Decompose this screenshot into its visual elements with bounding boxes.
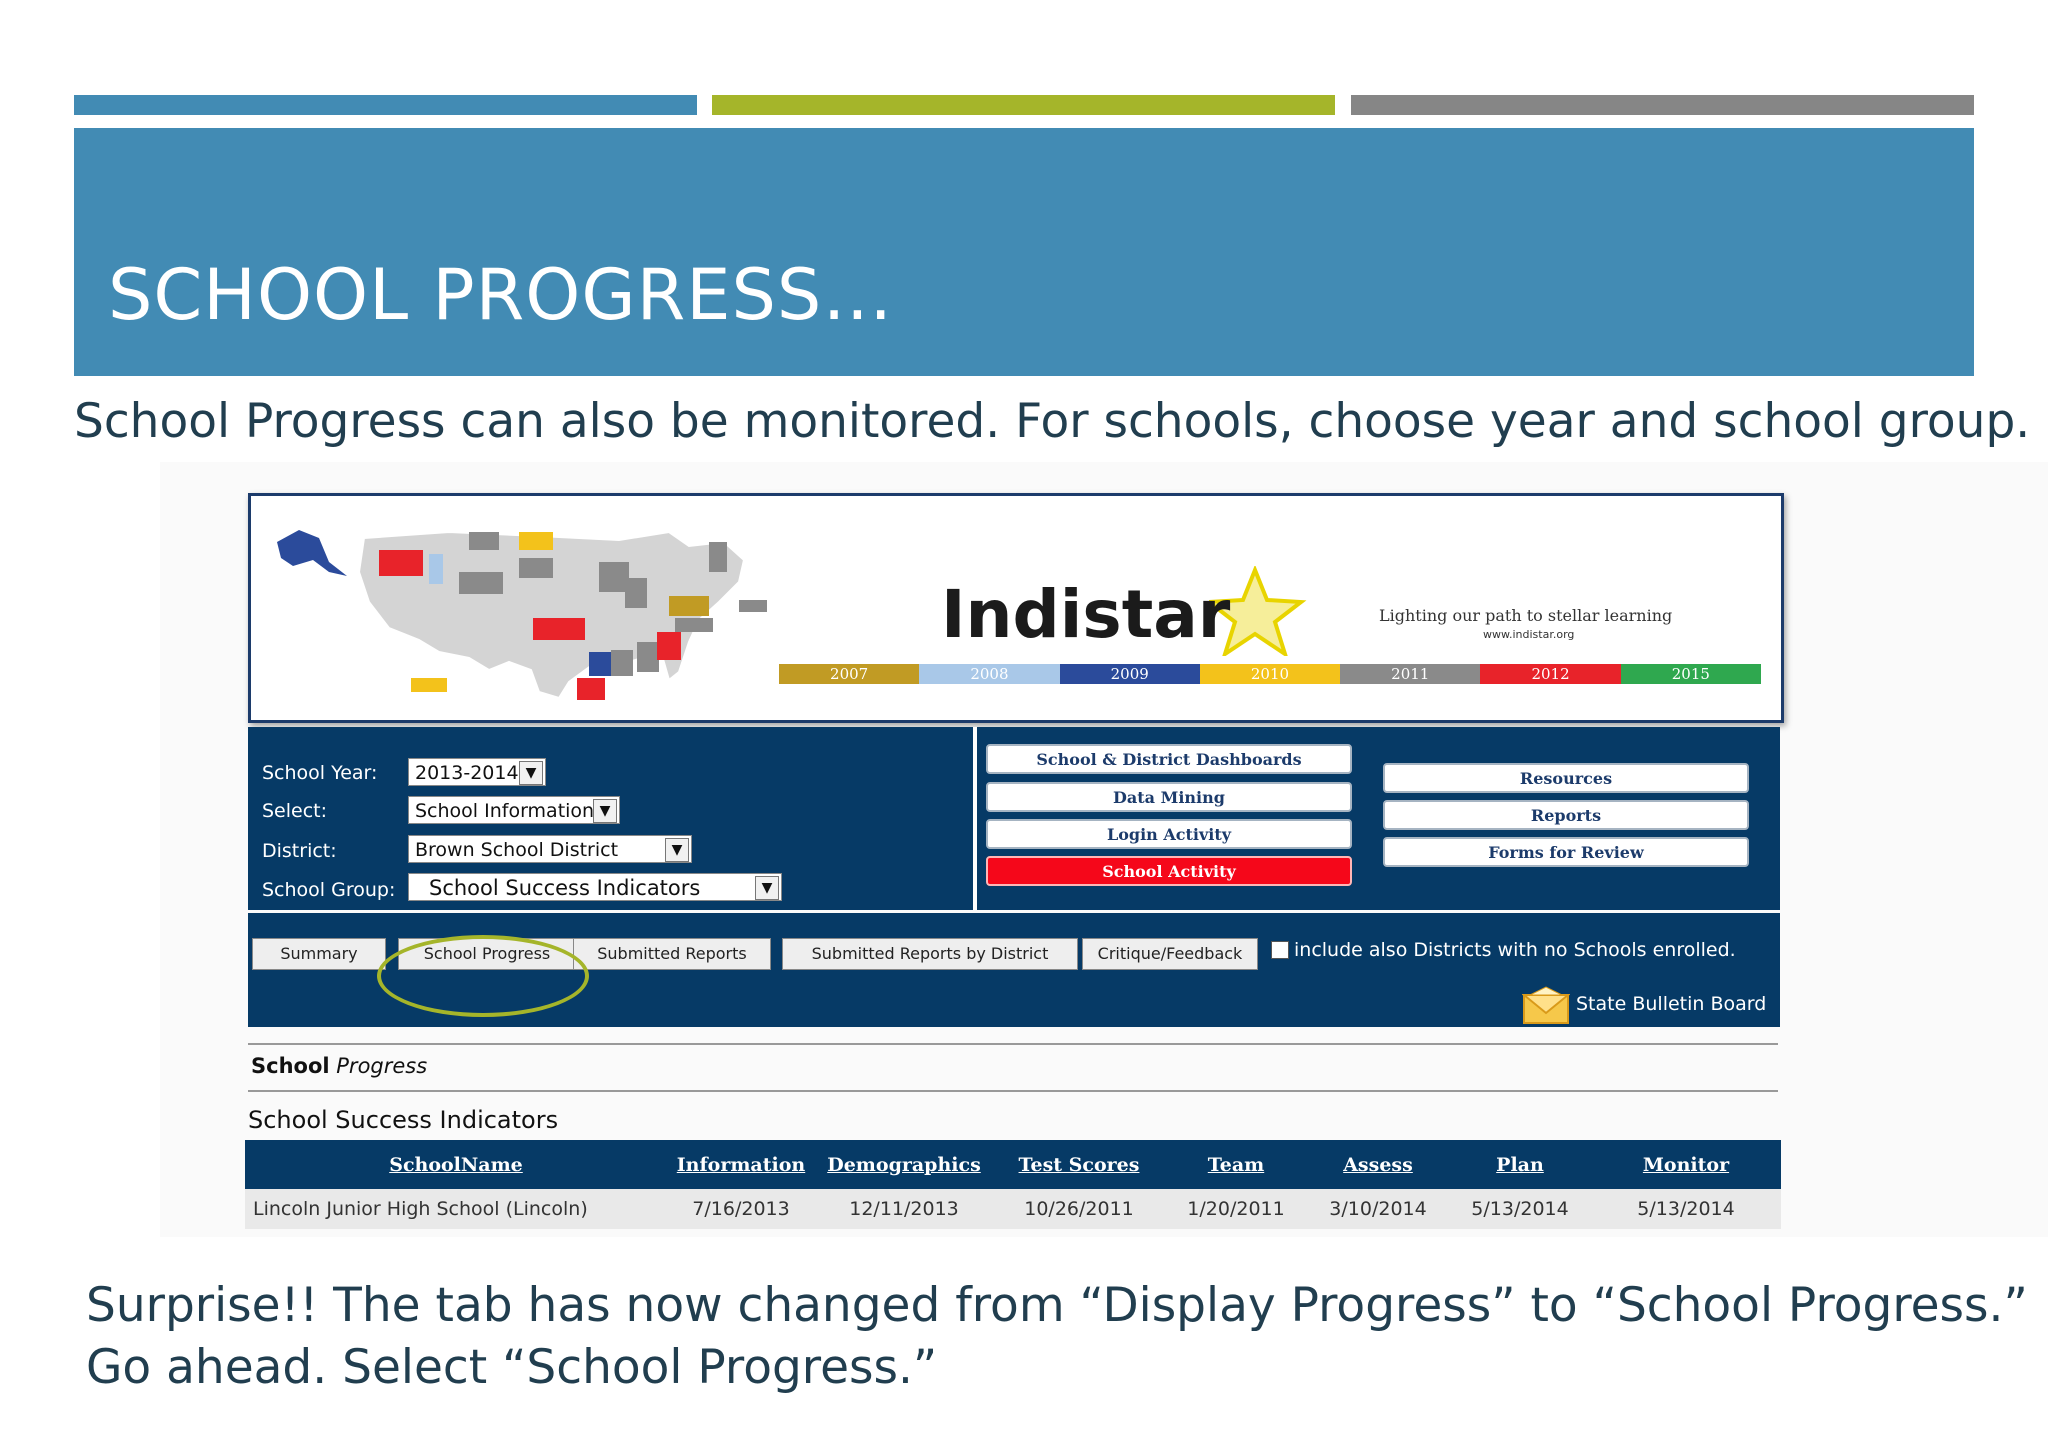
column-header-monitor[interactable]: Monitor: [1591, 1140, 1781, 1189]
panel-divider: [973, 727, 977, 910]
tab-summary[interactable]: Summary: [252, 938, 386, 970]
school-group-select[interactable]: School Success Indicators ▼: [408, 873, 782, 901]
filter-panel: School Year: 2013-2014 ▼ Select: School …: [248, 727, 1780, 910]
table-row: Lincoln Junior High School (Lincoln) 7/1…: [245, 1189, 1781, 1229]
school-progress-heading: School Progress: [251, 1054, 427, 1078]
select-dropdown[interactable]: School Information ▼: [408, 796, 620, 824]
heading-bold: School: [251, 1054, 330, 1078]
heading-italic: Progress: [336, 1054, 428, 1078]
select-label: Select:: [262, 800, 328, 822]
year-2010: 2010: [1199, 664, 1341, 684]
cell-school-name: Lincoln Junior High School (Lincoln): [245, 1189, 667, 1229]
table-header-row: SchoolName Information Demographics Test…: [245, 1140, 1781, 1189]
state-bulletin-board-link[interactable]: State Bulletin Board: [1576, 993, 1766, 1015]
cell-test-scores: 10/26/2011: [993, 1189, 1165, 1229]
district-select[interactable]: Brown School District ▼: [408, 835, 692, 863]
nav-login-activity-button[interactable]: Login Activity: [986, 819, 1352, 849]
divider: [248, 1043, 1778, 1045]
chevron-down-icon[interactable]: ▼: [665, 838, 689, 862]
progress-table: SchoolName Information Demographics Test…: [245, 1140, 1781, 1229]
nav-reports-button[interactable]: Reports: [1383, 800, 1749, 830]
select-value: School Information: [415, 800, 595, 822]
note-line-1: Surprise!! The tab has now changed from …: [86, 1278, 2028, 1333]
nav-forms-for-review-button[interactable]: Forms for Review: [1383, 837, 1749, 867]
tab-critique-feedback[interactable]: Critique/Feedback: [1082, 938, 1258, 970]
column-header-school-name[interactable]: SchoolName: [245, 1140, 667, 1189]
slide-note: Surprise!! The tab has now changed from …: [86, 1275, 2028, 1399]
chevron-down-icon[interactable]: ▼: [755, 876, 779, 900]
column-header-test-scores[interactable]: Test Scores: [993, 1140, 1165, 1189]
cell-assess: 3/10/2014: [1307, 1189, 1449, 1229]
school-group-heading: School Success Indicators: [248, 1106, 559, 1134]
column-header-team[interactable]: Team: [1165, 1140, 1307, 1189]
envelope-icon[interactable]: [1522, 985, 1570, 1025]
divider: [248, 1090, 1778, 1092]
district-value: Brown School District: [415, 839, 619, 861]
column-header-demographics[interactable]: Demographics: [815, 1140, 993, 1189]
column-header-information[interactable]: Information: [667, 1140, 815, 1189]
accent-bar-blue: [74, 95, 697, 115]
indistar-url: www.indistar.org: [1483, 628, 1575, 641]
nav-data-mining-button[interactable]: Data Mining: [986, 782, 1352, 812]
accent-bar-green: [712, 95, 1335, 115]
indistar-logo: Indistar: [941, 576, 1231, 653]
include-districts-checkbox[interactable]: [1271, 941, 1289, 959]
chevron-down-icon[interactable]: ▼: [593, 799, 617, 823]
indistar-tagline: Lighting our path to stellar learning: [1379, 606, 1673, 625]
column-header-assess[interactable]: Assess: [1307, 1140, 1449, 1189]
school-year-select[interactable]: 2013-2014 ▼: [408, 758, 546, 786]
year-2007: 2007: [779, 664, 920, 684]
slide-subtitle: School Progress can also be monitored. F…: [74, 394, 2031, 449]
year-2008: 2008: [919, 664, 1060, 684]
year-2009: 2009: [1059, 664, 1200, 684]
school-year-value: 2013-2014: [415, 762, 519, 784]
title-banner: SCHOOL PROGRESS…: [74, 128, 1974, 376]
chevron-down-icon[interactable]: ▼: [519, 761, 543, 785]
school-group-label: School Group:: [262, 879, 396, 901]
tab-submitted-reports[interactable]: Submitted Reports: [573, 938, 771, 970]
slide-title: SCHOOL PROGRESS…: [108, 254, 894, 336]
us-map-icon: [277, 530, 767, 700]
include-districts-label: include also Districts with no Schools e…: [1294, 939, 1736, 961]
cell-team: 1/20/2011: [1165, 1189, 1307, 1229]
highlight-ellipse: [377, 935, 589, 1017]
nav-school-activity-button[interactable]: School Activity: [986, 856, 1352, 886]
year-2011: 2011: [1340, 664, 1481, 684]
cell-demographics: 12/11/2013: [815, 1189, 993, 1229]
district-label: District:: [262, 840, 337, 862]
school-year-label: School Year:: [262, 762, 378, 784]
year-2012: 2012: [1480, 664, 1621, 684]
nav-dashboards-button[interactable]: School & District Dashboards: [986, 744, 1352, 774]
year-strip: 2007 2008 2009 2010 2011 2012 2015: [779, 664, 1761, 684]
tab-submitted-reports-by-district[interactable]: Submitted Reports by District: [782, 938, 1078, 970]
accent-bar-gray: [1351, 95, 1974, 115]
note-line-2: Go ahead. Select “School Progress.”: [86, 1340, 938, 1395]
year-2015: 2015: [1620, 664, 1761, 684]
indistar-banner: Indistar Lighting our path to stellar le…: [248, 493, 1784, 723]
nav-resources-button[interactable]: Resources: [1383, 763, 1749, 793]
cell-plan: 5/13/2014: [1449, 1189, 1591, 1229]
column-header-plan[interactable]: Plan: [1449, 1140, 1591, 1189]
school-group-value: School Success Indicators: [429, 876, 701, 900]
cell-monitor: 5/13/2014: [1591, 1189, 1781, 1229]
cell-information: 7/16/2013: [667, 1189, 815, 1229]
